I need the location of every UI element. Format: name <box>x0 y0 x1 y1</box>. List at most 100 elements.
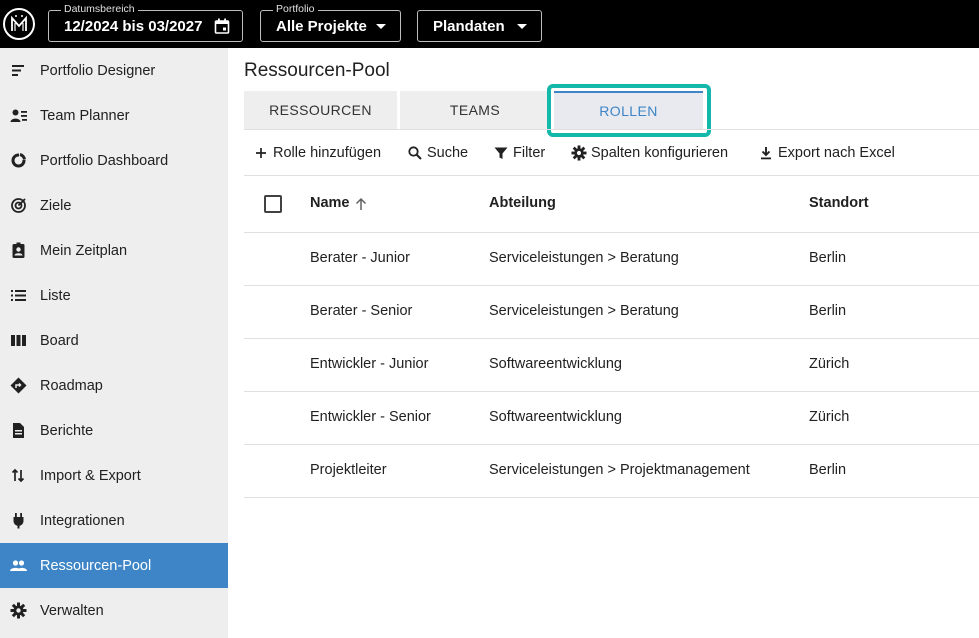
logo-icon <box>11 15 27 31</box>
cell-name: Berater - Junior <box>310 250 410 266</box>
badge-person-icon <box>12 242 25 258</box>
cell-name: Berater - Senior <box>310 303 413 319</box>
plug-icon <box>13 513 24 529</box>
calendar-icon[interactable] <box>214 18 230 34</box>
portfolio-value: Alle Projekte <box>276 17 367 35</box>
row-divider <box>244 391 979 392</box>
cell-location: Berlin <box>809 250 847 266</box>
tab-rollen[interactable]: ROLLEN <box>554 91 703 129</box>
document-icon <box>13 423 24 438</box>
plandaten-select[interactable]: Plandaten <box>417 10 542 42</box>
date-range-legend: Datumsbereich <box>61 3 138 15</box>
sidebar-item-import-export[interactable]: Import & Export <box>0 453 228 498</box>
sidebar-item-label: Portfolio Designer <box>40 62 156 79</box>
cell-department: Softwareentwicklung <box>489 409 622 425</box>
cell-name: Projektleiter <box>310 462 387 478</box>
cell-location: Zürich <box>809 409 850 425</box>
gear-icon <box>10 602 27 619</box>
tabs-divider <box>244 129 979 130</box>
sidebar-item-label: Team Planner <box>40 107 130 124</box>
sidebar-item-label: Board <box>40 332 79 349</box>
top-bar: Datumsbereich 12/2024 bis 03/2027 Portfo… <box>0 0 979 48</box>
sidebar-item-berichte[interactable]: Berichte <box>0 408 228 453</box>
sidebar-item-ressourcen-pool[interactable]: Ressourcen-Pool <box>0 543 228 588</box>
column-header-location[interactable]: Standort <box>809 195 869 211</box>
plandaten-value: Plandaten <box>433 17 505 35</box>
configure-columns-label: Spalten konfigurieren <box>591 145 729 161</box>
sidebar-item-label: Mein Zeitplan <box>40 242 128 259</box>
cell-name: Entwickler - Junior <box>310 356 429 372</box>
select-all-checkbox[interactable] <box>264 195 282 213</box>
sidebar-item-liste[interactable]: Liste <box>0 273 228 318</box>
search-icon <box>408 146 422 160</box>
donut-chart-icon <box>11 152 27 168</box>
chevron-down-icon <box>376 24 386 29</box>
configure-columns-button[interactable]: Spalten konfigurieren <box>571 143 728 163</box>
tab-teams[interactable]: TEAMS <box>400 91 550 129</box>
add-role-button[interactable]: Rolle hinzufügen <box>253 143 381 163</box>
search-label: Suche <box>427 145 469 161</box>
sidebar-item-label: Ziele <box>40 197 72 214</box>
people-icon <box>10 560 27 571</box>
sidebar: Portfolio Designer Team Planner Portfoli… <box>0 48 228 638</box>
toolbar-divider <box>244 175 979 176</box>
list-icon <box>11 290 26 301</box>
target-icon <box>11 198 26 213</box>
row-divider <box>244 497 979 498</box>
portfolio-select[interactable]: Portfolio Alle Projekte <box>260 3 401 42</box>
cell-location: Berlin <box>809 462 847 478</box>
sidebar-item-team-planner[interactable]: Team Planner <box>0 93 228 138</box>
header-divider <box>244 232 979 233</box>
portfolio-legend: Portfolio <box>273 3 318 15</box>
export-excel-button[interactable]: Export nach Excel <box>758 143 895 163</box>
filter-button[interactable]: Filter <box>493 143 545 163</box>
row-divider <box>244 285 979 286</box>
gear-icon <box>571 145 587 161</box>
sidebar-item-portfolio-designer[interactable]: Portfolio Designer <box>0 48 228 93</box>
page-title: Ressourcen-Pool <box>244 60 390 81</box>
sidebar-item-label: Import & Export <box>40 467 141 484</box>
row-divider <box>244 444 979 445</box>
search-button[interactable]: Suche <box>407 143 468 163</box>
tab-ressourcen[interactable]: RESSOURCEN <box>244 91 397 129</box>
sidebar-item-label: Liste <box>40 287 71 304</box>
sort-list-icon <box>12 65 24 76</box>
filter-label: Filter <box>513 145 546 161</box>
cell-department: Serviceleistungen > Beratung <box>489 303 679 319</box>
cell-department: Serviceleistungen > Beratung <box>489 250 679 266</box>
directions-icon <box>10 377 27 394</box>
sidebar-item-board[interactable]: Board <box>0 318 228 363</box>
sidebar-item-roadmap[interactable]: Roadmap <box>0 363 228 408</box>
chevron-down-icon <box>517 24 527 29</box>
plus-icon <box>256 148 266 158</box>
column-header-name[interactable]: Name <box>310 195 350 211</box>
filter-icon <box>494 147 508 159</box>
sidebar-item-label: Ressourcen-Pool <box>40 557 152 574</box>
cell-department: Softwareentwicklung <box>489 356 622 372</box>
date-range-value: 12/2024 bis 03/2027 <box>64 17 203 35</box>
sidebar-item-label: Integrationen <box>40 512 125 529</box>
sidebar-item-label: Roadmap <box>40 377 103 394</box>
import-export-icon <box>11 468 25 483</box>
sidebar-item-verwalten[interactable]: Verwalten <box>0 588 228 633</box>
board-columns-icon <box>11 335 26 346</box>
sidebar-item-mein-zeitplan[interactable]: Mein Zeitplan <box>0 228 228 273</box>
sidebar-item-label: Berichte <box>40 422 94 439</box>
column-header-department[interactable]: Abteilung <box>489 195 556 211</box>
sidebar-item-integrationen[interactable]: Integrationen <box>0 498 228 543</box>
sort-ascending-icon[interactable] <box>353 196 369 212</box>
date-range-field[interactable]: Datumsbereich 12/2024 bis 03/2027 <box>48 3 243 42</box>
person-list-icon <box>10 109 27 122</box>
download-icon <box>761 147 771 160</box>
sidebar-item-label: Portfolio Dashboard <box>40 152 169 169</box>
cell-location: Zürich <box>809 356 850 372</box>
app-logo[interactable] <box>3 8 35 40</box>
add-role-label: Rolle hinzufügen <box>273 145 382 161</box>
sidebar-item-ziele[interactable]: Ziele <box>0 183 228 228</box>
sidebar-item-label: Verwalten <box>40 602 104 619</box>
export-excel-label: Export nach Excel <box>778 145 895 161</box>
sidebar-item-portfolio-dashboard[interactable]: Portfolio Dashboard <box>0 138 228 183</box>
row-divider <box>244 338 979 339</box>
cell-department: Serviceleistungen > Projektmanagement <box>489 462 750 478</box>
cell-location: Berlin <box>809 303 847 319</box>
